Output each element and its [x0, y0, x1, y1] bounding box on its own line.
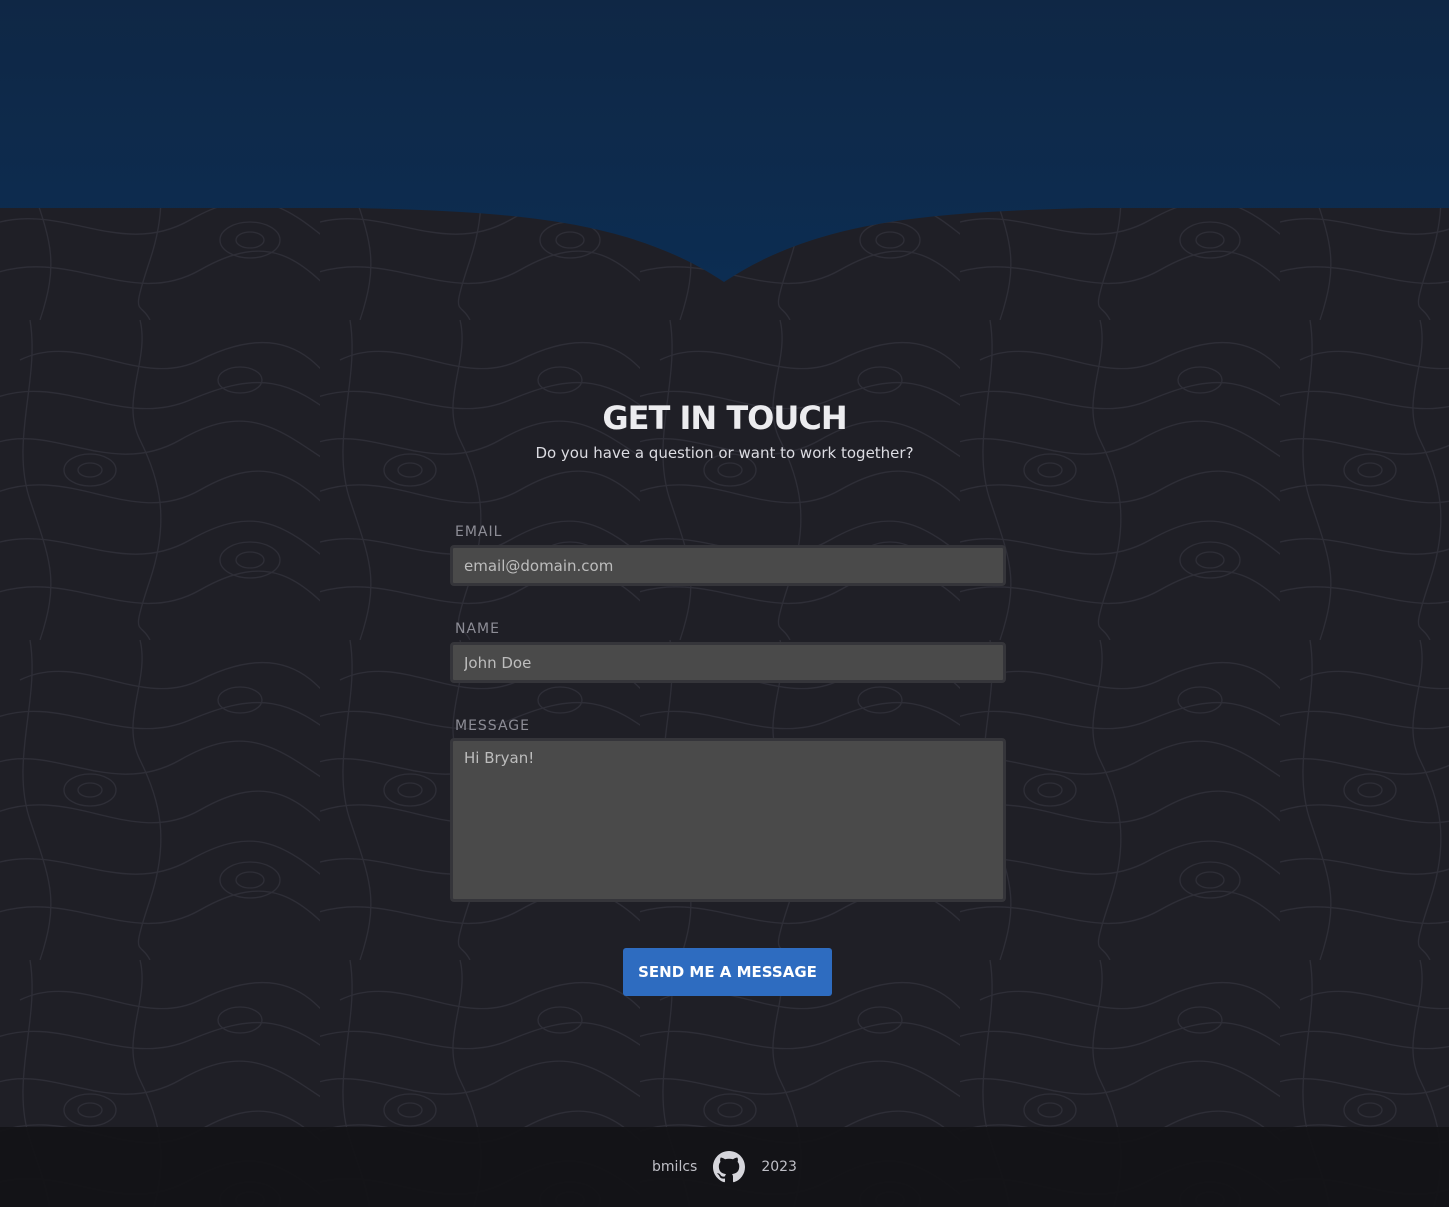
contact-section: GET IN TOUCH Do you have a question or w…: [0, 0, 1449, 1127]
message-field[interactable]: [450, 738, 1006, 902]
message-label: MESSAGE: [455, 718, 530, 734]
email-label: EMAIL: [455, 524, 503, 540]
footer: bmilcs 2023: [0, 1127, 1449, 1207]
footer-username: bmilcs: [652, 1159, 698, 1175]
footer-content: bmilcs 2023: [0, 1127, 1449, 1207]
name-label: NAME: [455, 621, 500, 637]
send-message-button[interactable]: SEND ME A MESSAGE: [623, 948, 832, 996]
page-title: GET IN TOUCH: [602, 399, 847, 437]
email-field[interactable]: [450, 545, 1006, 586]
github-icon[interactable]: [713, 1151, 746, 1183]
page-subtitle: Do you have a question or want to work t…: [535, 444, 914, 462]
name-field[interactable]: [450, 642, 1006, 683]
footer-year: 2023: [761, 1159, 797, 1175]
